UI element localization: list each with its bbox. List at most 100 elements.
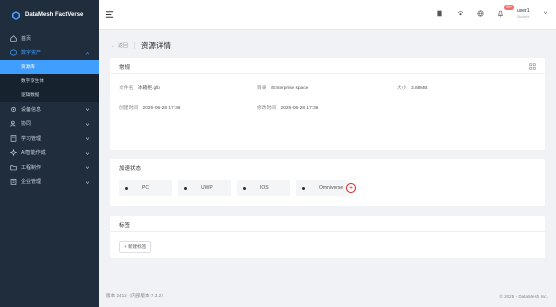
field-label: 创建时间 <box>119 106 139 111</box>
user-name[interactable]: user1 <box>517 8 530 14</box>
datamesh-logo-icon <box>12 10 20 20</box>
field-label: 目录 <box>257 86 267 91</box>
page-header: ← 返回 资源详情 <box>111 40 171 51</box>
ai-icon <box>10 149 17 157</box>
arrow-left-icon: ← <box>111 42 116 49</box>
chevron-down-icon <box>85 122 90 126</box>
sidebar-item-label: AI智能作成 <box>21 150 46 157</box>
chip-label: PC <box>142 185 149 191</box>
field-label: 文件名 <box>119 86 134 91</box>
sidebar-nav: 首页 数字资产 资源库 数字孪生体 逻辑数据 设备信息 协同 学习管理 AI智能… <box>0 31 99 189</box>
box-icon <box>10 49 17 56</box>
field-value: 2025-06-28 17:36 <box>142 106 181 111</box>
status-dot <box>125 186 128 190</box>
sidebar-item-label: 数字资产 <box>21 50 42 57</box>
acceleration-status-card: 加速状态 PC UWP IOS Omniverse + <box>110 159 545 206</box>
field-label: 大小 <box>397 86 407 91</box>
book-icon <box>10 135 17 142</box>
sidebar: DataMesh FactVerse 首页 数字资产 资源库 数字孪生体 逻辑数… <box>0 0 99 307</box>
platform-chip-uwp[interactable]: UWP <box>178 180 231 196</box>
chevron-down-icon <box>85 151 90 155</box>
sidebar-subitem-digital-twin[interactable]: 数字孪生体 <box>0 74 99 88</box>
chip-label: Omniverse <box>319 185 344 191</box>
divider <box>134 42 136 49</box>
gear-icon <box>10 106 17 113</box>
home-icon <box>10 34 17 42</box>
back-button[interactable]: ← 返回 <box>111 42 129 50</box>
field-value: 2025-06-28 17:36 <box>280 106 319 111</box>
sidebar-item-label: 企业管理 <box>21 179 42 186</box>
sidebar-item-label: 学习管理 <box>21 135 42 142</box>
status-dot <box>243 186 246 190</box>
add-tag-button[interactable]: + 新建标签 <box>119 241 152 253</box>
top-header: 99+ user1 Student <box>99 0 556 30</box>
sidebar-item-label: 协同 <box>21 121 32 128</box>
chevron-down-icon <box>85 166 90 169</box>
back-label: 返回 <box>118 43 129 49</box>
document-icon[interactable] <box>436 10 443 17</box>
sidebar-subitem-label: 数字孪生体 <box>21 78 44 83</box>
platform-chip-omniverse[interactable]: Omniverse <box>296 180 349 196</box>
status-dot <box>302 186 305 190</box>
sidebar-item-ai-create[interactable]: AI智能作成 <box>0 146 99 161</box>
sidebar-submenu: 资源库 数字孪生体 逻辑数据 <box>0 60 99 102</box>
chevron-down-icon <box>85 137 90 140</box>
globe-icon[interactable] <box>477 10 484 17</box>
field-size: 大小 3.88MB <box>397 84 428 91</box>
card-title: 标签 <box>119 223 131 229</box>
chip-label: IOS <box>260 185 269 191</box>
sidebar-item-collaboration[interactable]: 协同 <box>0 117 99 132</box>
grid-icon[interactable] <box>529 63 536 70</box>
card-divider <box>110 73 545 74</box>
card-divider <box>110 231 545 232</box>
page-title: 资源详情 <box>141 41 172 50</box>
building-icon <box>10 178 17 185</box>
field-file-name: 文件名 冰箱柜.glb <box>119 84 160 91</box>
sidebar-item-label: 工程制作 <box>21 164 42 171</box>
sidebar-item-label: 设备信息 <box>21 106 42 113</box>
sidebar-item-enterprise[interactable]: 企业管理 <box>0 175 99 190</box>
field-value: /Enterprise space <box>270 86 309 91</box>
field-directory: 目录 /Enterprise space <box>257 84 308 91</box>
sidebar-subitem-label: 资源库 <box>21 64 35 69</box>
platform-chip-ios[interactable]: IOS <box>237 180 290 196</box>
hamburger-menu-icon[interactable] <box>105 10 114 19</box>
field-created-time: 创建时间 2025-06-28 17:36 <box>119 104 180 111</box>
field-modified-time: 修改时间 2025-06-28 17:36 <box>257 104 318 111</box>
sidebar-subitem-resource-library[interactable]: 资源库 <box>0 60 99 74</box>
sidebar-item-label: 首页 <box>21 35 32 42</box>
platform-chip-pc[interactable]: PC <box>119 180 172 196</box>
sidebar-item-learning[interactable]: 学习管理 <box>0 131 99 146</box>
field-value: 冰箱柜.glb <box>137 86 160 91</box>
chevron-down-icon <box>85 108 90 111</box>
copyright-text: © 2025 - DataMesh Inc. <box>499 294 548 299</box>
brand-name: DataMesh FactVerse <box>25 12 84 18</box>
field-label: 修改时间 <box>257 106 277 111</box>
chevron-up-icon <box>85 51 90 55</box>
chevron-down-icon <box>85 180 90 184</box>
sidebar-subitem-label: 逻辑数据 <box>21 92 40 97</box>
chip-label: UWP <box>201 185 213 191</box>
sidebar-item-digital-assets[interactable]: 数字资产 <box>0 46 99 61</box>
add-acceleration-button[interactable]: + <box>346 183 356 193</box>
card-title: 加速状态 <box>119 166 142 172</box>
sidebar-item-home[interactable]: 首页 <box>0 31 99 46</box>
sidebar-item-engineering[interactable]: 工程制作 <box>0 160 99 175</box>
main-content: ← 返回 资源详情 常规 文件名 冰箱柜.glb 目录 /Enterprise … <box>99 30 556 307</box>
version-text: 版本 2412（内部版本 7.3.2） <box>106 293 166 298</box>
basic-info-card: 常规 文件名 冰箱柜.glb 目录 /Enterprise space 大小 3… <box>110 58 545 150</box>
card-title: 常规 <box>119 65 131 71</box>
tags-card: 标签 + 新建标签 <box>110 216 545 258</box>
bell-icon[interactable] <box>497 10 504 17</box>
sidebar-item-device-info[interactable]: 设备信息 <box>0 102 99 117</box>
status-dot <box>184 186 187 190</box>
field-value: 3.88MB <box>410 86 428 91</box>
users-icon <box>10 120 17 127</box>
broadcast-icon[interactable] <box>457 10 464 17</box>
brand[interactable]: DataMesh FactVerse <box>0 0 99 30</box>
folder-icon <box>10 164 17 171</box>
user-role: Student <box>517 15 530 19</box>
sidebar-subitem-logic-data[interactable]: 逻辑数据 <box>0 88 99 102</box>
chevron-down-icon[interactable] <box>543 10 548 15</box>
notification-badge: 99+ <box>504 5 515 10</box>
